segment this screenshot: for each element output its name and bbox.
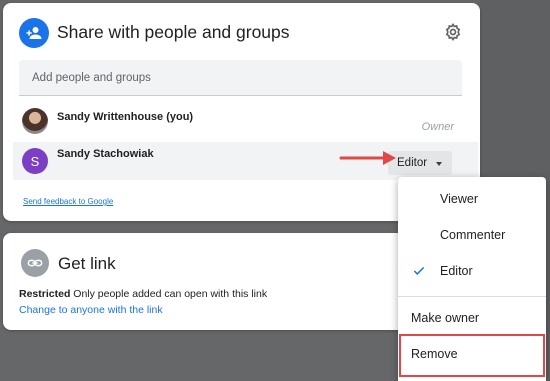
red-arrow-icon bbox=[339, 151, 396, 165]
get-link-title: Get link bbox=[58, 254, 116, 273]
menu-item-label: Make owner bbox=[411, 311, 480, 325]
menu-item-label: Commenter bbox=[440, 228, 506, 242]
role-dropdown-label: Editor bbox=[397, 157, 428, 169]
person-row-owner: Sandy Writtenhouse (you) Owner bbox=[13, 106, 478, 142]
menu-item-editor[interactable]: Editor bbox=[398, 253, 546, 289]
restricted-label: Restricted bbox=[19, 288, 71, 300]
settings-gear-icon[interactable] bbox=[443, 22, 463, 42]
add-person-icon bbox=[19, 18, 49, 48]
add-people-placeholder: Add people and groups bbox=[32, 72, 151, 84]
avatar: S bbox=[22, 148, 48, 174]
change-link-access[interactable]: Change to anyone with the link bbox=[19, 304, 163, 316]
menu-divider bbox=[398, 296, 546, 297]
person-name: Sandy Stachowiak bbox=[57, 148, 154, 160]
owner-role-label: Owner bbox=[421, 121, 454, 133]
menu-item-label: Viewer bbox=[440, 192, 478, 206]
person-name: Sandy Writtenhouse (you) bbox=[57, 111, 194, 123]
avatar bbox=[22, 108, 48, 134]
restricted-description: Restricted Only people added can open wi… bbox=[19, 288, 267, 300]
remove-highlight-box bbox=[399, 334, 545, 377]
menu-item-commenter[interactable]: Commenter bbox=[398, 217, 546, 253]
caret-down-icon bbox=[436, 162, 442, 166]
avatar-letter: S bbox=[30, 153, 40, 169]
checkmark-icon bbox=[413, 266, 425, 275]
menu-item-viewer[interactable]: Viewer bbox=[398, 181, 546, 217]
send-feedback-link[interactable]: Send feedback to Google bbox=[23, 197, 113, 206]
restricted-text: Only people added can open with this lin… bbox=[73, 288, 268, 300]
menu-item-label: Editor bbox=[440, 264, 473, 278]
menu-item-make-owner[interactable]: Make owner bbox=[398, 300, 546, 336]
share-title: Share with people and groups bbox=[57, 22, 290, 42]
link-icon bbox=[21, 249, 49, 277]
role-dropdown-button[interactable]: Editor bbox=[388, 151, 452, 175]
add-people-input[interactable]: Add people and groups bbox=[19, 60, 462, 96]
